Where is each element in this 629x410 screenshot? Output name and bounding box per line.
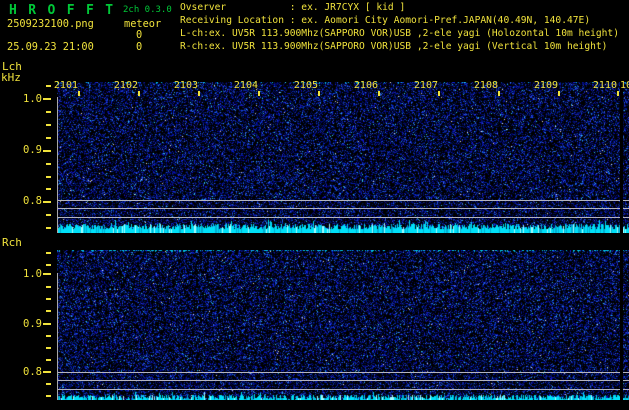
- lch-freq-tick-0.9: 0.9: [16, 144, 42, 156]
- rch-write-cursor: [620, 250, 623, 400]
- rch-setup-line: R-ch:ex. UV5R 113.900Mhz(SAPPORO VOR)USB…: [180, 41, 619, 54]
- freq-major-tick: [43, 201, 51, 203]
- location-line: Receiving Location : ex. Aomori City Aom…: [180, 15, 619, 28]
- datetime-label: 25.09.23 21:00: [7, 41, 94, 53]
- rch-spectrogram-canvas: [57, 250, 629, 400]
- rch-spectrogram-panel: [57, 250, 629, 400]
- time-label-2102: 2102: [94, 80, 138, 91]
- freq-minor-tick: [46, 347, 51, 349]
- rch-label: Rch: [2, 236, 22, 249]
- time-label-2104: 2104: [214, 80, 258, 91]
- lch-freq-tick-0.8: 0.8: [16, 195, 42, 207]
- freq-major-tick: [43, 273, 51, 275]
- khz-unit-label: kHz: [1, 71, 21, 84]
- time-label-2110: 2110: [573, 80, 617, 91]
- lch-spectrogram-canvas: [57, 82, 629, 233]
- freq-minor-tick: [46, 298, 51, 300]
- rch-freq-tick-0.9: 0.9: [16, 318, 42, 330]
- lch-setup-line: L-ch:ex. UV5R 113.900Mhz(SAPPORO VOR)USB…: [180, 28, 619, 41]
- time-tick-mark: [438, 91, 440, 96]
- time-tick-mark: [78, 91, 80, 96]
- freq-minor-tick: [46, 163, 51, 165]
- freq-minor-tick: [46, 176, 51, 178]
- time-tick-mark: [198, 91, 200, 96]
- rch-reference-line-3: [57, 389, 629, 390]
- freq-minor-tick: [46, 310, 51, 312]
- lch-axis-line: [57, 97, 58, 233]
- time-label-2109: 2109: [514, 80, 558, 91]
- lch-reference-line-2: [57, 208, 629, 209]
- freq-minor-tick: [46, 252, 51, 254]
- freq-minor-tick: [46, 383, 51, 385]
- freq-minor-tick: [46, 214, 51, 216]
- freq-minor-tick: [46, 227, 51, 229]
- freq-minor-tick: [46, 359, 51, 361]
- time-label-2105: 2105: [274, 80, 318, 91]
- output-filename: 2509232100.png: [7, 18, 94, 30]
- lch-spectrogram-panel: [57, 82, 629, 233]
- time-label-2107: 2107: [394, 80, 438, 91]
- freq-minor-tick: [46, 395, 51, 397]
- observer-line: Ovserver : ex. JR7CYX [ kid ]: [180, 2, 619, 15]
- freq-major-tick: [43, 98, 51, 100]
- freq-minor-tick: [46, 335, 51, 337]
- freq-major-tick: [43, 323, 51, 325]
- lch-write-cursor: [620, 82, 623, 233]
- lch-freq-tick-1.0: 1.0: [16, 93, 42, 105]
- time-label-2101: 2101: [34, 80, 78, 91]
- freq-minor-tick: [46, 286, 51, 288]
- lch-meteor-count: 0: [136, 29, 142, 41]
- rch-freq-tick-0.8: 0.8: [16, 366, 42, 378]
- lch-reference-line-1: [57, 200, 629, 201]
- version-label: 2ch 0.3.0: [123, 5, 172, 15]
- mode-label: meteor: [124, 18, 161, 30]
- time-label-overflow: 10: [620, 80, 629, 91]
- freq-major-tick: [43, 150, 51, 152]
- time-label-2106: 2106: [334, 80, 378, 91]
- rch-axis-line: [57, 273, 58, 400]
- time-tick-mark: [318, 91, 320, 96]
- freq-major-tick: [43, 371, 51, 373]
- rch-freq-tick-1.0: 1.0: [16, 268, 42, 280]
- freq-minor-tick: [46, 137, 51, 139]
- lch-reference-line-3: [57, 217, 629, 218]
- freq-minor-tick: [46, 188, 51, 190]
- freq-minor-tick: [46, 111, 51, 113]
- time-tick-mark: [617, 91, 619, 96]
- station-info-block: Ovserver : ex. JR7CYX [ kid ] Receiving …: [180, 2, 619, 54]
- freq-minor-tick: [46, 124, 51, 126]
- rch-reference-line-2: [57, 380, 629, 381]
- freq-minor-tick: [46, 264, 51, 266]
- time-tick-mark: [258, 91, 260, 96]
- hrofft-window: { "title_bar": { "app_title": "H R O F F…: [0, 0, 629, 410]
- app-title: H R O F F T: [9, 3, 115, 18]
- time-tick-mark: [378, 91, 380, 96]
- time-label-2108: 2108: [454, 80, 498, 91]
- time-tick-mark: [498, 91, 500, 96]
- rch-meteor-count: 0: [136, 41, 142, 53]
- time-label-2103: 2103: [154, 80, 198, 91]
- time-tick-mark: [558, 91, 560, 96]
- time-tick-mark: [138, 91, 140, 96]
- rch-reference-line-1: [57, 372, 629, 373]
